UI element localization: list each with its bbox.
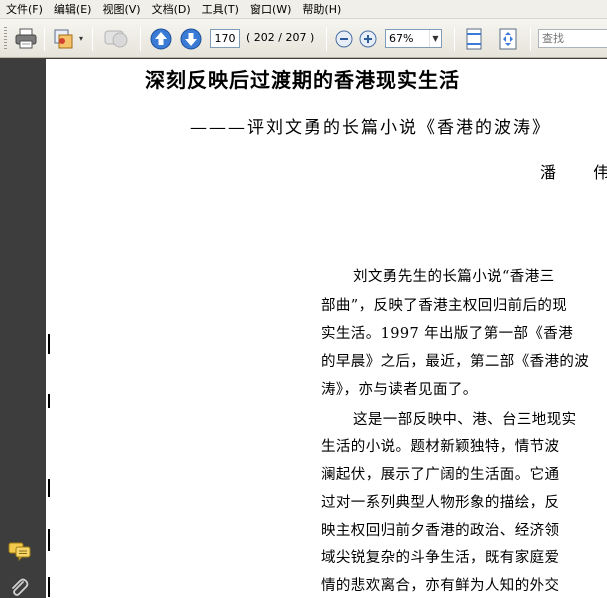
navigation-panel: [0, 59, 46, 598]
body-text-line: 映主权回归前夕香港的政治、经济领: [321, 523, 560, 539]
comment-icon: [104, 30, 128, 47]
comments-panel-button[interactable]: [8, 541, 32, 565]
menu-help[interactable]: 帮助(H): [302, 1, 341, 17]
zoom-in-button[interactable]: [358, 29, 378, 49]
article-subtitle: ———评刘文勇的长篇小说《香港的波涛》: [190, 118, 551, 138]
chevron-down-icon[interactable]: ▼: [429, 30, 441, 47]
comment-button[interactable]: [101, 25, 131, 52]
zoom-out-icon: [335, 30, 353, 48]
document-page: 深刻反映后过渡期的香港现实生活 ———评刘文勇的长篇小说《香港的波涛》 潘 伟 …: [46, 59, 607, 598]
previous-page-button[interactable]: [148, 26, 174, 51]
zoom-value: 67%: [389, 32, 414, 45]
attachments-panel-button[interactable]: [8, 577, 30, 598]
menu-bar: 文件(F) 编辑(E) 视图(V) 文档(D) 工具(T) 窗口(W) 帮助(H…: [0, 0, 607, 19]
body-text-line: 刘文勇先生的长篇小说“香港三: [353, 269, 555, 285]
article-title: 深刻反映后过渡期的香港现实生活: [145, 68, 460, 92]
paperclip-icon: [12, 578, 29, 596]
page-number-input[interactable]: [210, 29, 240, 48]
prev-page-icon: [150, 28, 172, 49]
margin-mark: [48, 334, 50, 354]
article-author: 潘 伟: [540, 163, 607, 182]
menu-edit[interactable]: 编辑(E): [54, 1, 92, 17]
body-text-line: 这是一部反映中、港、台三地现实: [353, 412, 577, 428]
margin-mark: [48, 479, 50, 497]
layers-icon: [54, 29, 73, 48]
margin-mark: [48, 529, 50, 551]
zoom-out-button[interactable]: [334, 29, 354, 49]
page-count-label: ( 202 / 207 ): [246, 31, 315, 44]
fit-page-button[interactable]: [496, 27, 520, 51]
margin-mark: [48, 394, 50, 408]
layers-button[interactable]: [50, 25, 76, 52]
margin-mark: [48, 577, 50, 597]
menu-document[interactable]: 文档(D): [152, 1, 191, 17]
layers-dropdown-icon[interactable]: ▾: [76, 33, 86, 43]
body-text-line: 的早晨》之后，最近，第二部《香港的波: [321, 354, 590, 370]
body-text-line: 情的悲欢离合，亦有鲜为人知的外交: [321, 578, 560, 594]
next-page-button[interactable]: [178, 26, 204, 51]
toolbar: ▾ ( 202 / 207 ): [0, 19, 607, 58]
search-input[interactable]: [538, 29, 607, 48]
fit-width-icon: [466, 28, 482, 50]
toolbar-grip[interactable]: [4, 27, 7, 51]
menu-view[interactable]: 视图(V): [102, 1, 140, 17]
print-icon: [15, 28, 37, 48]
fit-width-button[interactable]: [462, 27, 486, 51]
body-text-line: 部曲”，反映了香港主权回归前后的现: [321, 298, 568, 314]
menu-file[interactable]: 文件(F): [6, 1, 43, 17]
comments-icon: [8, 542, 31, 562]
next-page-icon: [180, 28, 202, 49]
menu-window[interactable]: 窗口(W): [250, 1, 291, 17]
body-text-line: 涛》，亦与读者见面了。: [321, 382, 478, 398]
body-text-line: 过对一系列典型人物形象的描绘，反: [321, 495, 560, 511]
fit-page-icon: [499, 28, 517, 50]
body-text-line: 实生活。1997 年出版了第一部《香港: [321, 326, 574, 342]
print-button[interactable]: [12, 25, 40, 52]
zoom-in-icon: [359, 30, 377, 48]
body-text-line: 澜起伏，展示了广阔的生活面。它通: [321, 467, 560, 483]
zoom-select[interactable]: 67% ▼: [385, 29, 442, 48]
menu-tools[interactable]: 工具(T): [202, 1, 239, 17]
body-text-line: 域尖锐复杂的斗争生活，既有家庭爱: [321, 550, 560, 566]
body-text-line: 生活的小说。题材新颖独特，情节波: [321, 439, 560, 455]
